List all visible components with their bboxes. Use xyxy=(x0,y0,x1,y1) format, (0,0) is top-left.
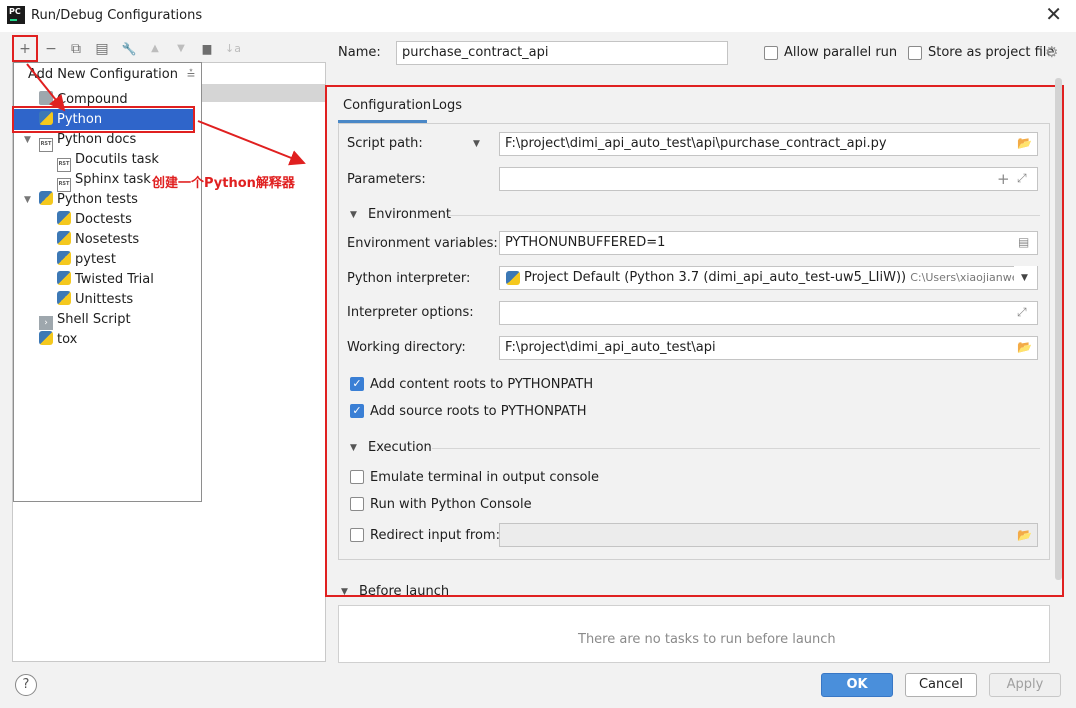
cancel-button[interactable]: Cancel xyxy=(905,673,977,697)
name-input[interactable]: purchase_contract_api xyxy=(396,41,728,65)
ok-button[interactable]: OK xyxy=(821,673,893,697)
before-launch-collapse-icon[interactable]: ▼ xyxy=(341,587,348,597)
name-label: Name: xyxy=(338,45,381,60)
vertical-scrollbar[interactable] xyxy=(1055,78,1062,580)
store-project-checkbox[interactable] xyxy=(908,46,922,60)
before-launch-empty: There are no tasks to run before launch xyxy=(578,632,836,647)
allow-parallel-checkbox[interactable] xyxy=(764,46,778,60)
configuration-highlight xyxy=(325,85,1064,597)
allow-parallel-label: Allow parallel run xyxy=(784,45,898,60)
help-button[interactable]: ? xyxy=(15,674,37,696)
store-project-label: Store as project file xyxy=(928,45,1055,60)
apply-button[interactable]: Apply xyxy=(989,673,1061,697)
gear-icon[interactable]: ⚙ xyxy=(1045,43,1058,61)
before-launch-title: Before launch xyxy=(359,584,450,599)
